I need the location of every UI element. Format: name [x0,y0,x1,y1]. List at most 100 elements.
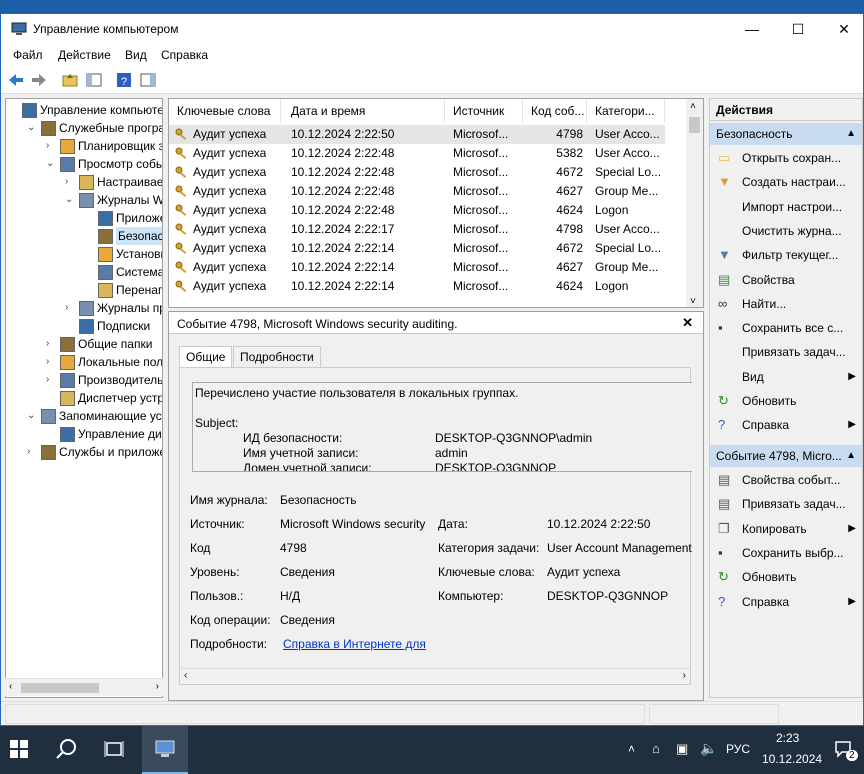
tree-item[interactable]: Система [6,263,162,281]
scroll-left-icon[interactable]: ‹ [9,681,12,692]
tree-item[interactable]: Управление компьютер [6,101,162,119]
action-item[interactable]: ▼ Создать настраи... [710,171,862,193]
tab-general[interactable]: Общие [179,346,233,369]
tree-item[interactable]: › Планировщик за [6,137,162,155]
tree-item[interactable]: Перенапр [6,281,162,299]
scroll-down-icon[interactable]: ˅ [690,296,696,307]
expand-arrow-icon[interactable]: › [65,299,75,317]
action-item[interactable]: ↻ Обновить [710,390,862,412]
scroll-thumb[interactable] [689,117,700,133]
col-datetime[interactable]: Дата и время [283,99,445,123]
action-item[interactable]: ▤ Привязать задач... [710,493,862,515]
windows-start-icon[interactable] [10,740,28,758]
tree-item[interactable]: › Производитель [6,371,162,389]
show-hidden-icons-icon[interactable]: ˄ [628,742,635,756]
scroll-left-icon[interactable]: ‹ [184,670,187,681]
action-item[interactable]: ? Справка ▶ [710,414,862,436]
action-item[interactable]: ▤ Свойства событ... [710,469,862,491]
action-item[interactable]: Вид ▶ [710,366,862,388]
expand-arrow-icon[interactable]: › [46,353,56,371]
tree-item[interactable]: ⌄ Служебные програм [6,119,162,137]
event-row[interactable]: Аудит успеха 10.12.2024 2:22:17 Microsof..… [169,220,665,239]
col-source[interactable]: Источник [445,99,523,123]
collapse-icon[interactable]: ▲ [846,445,856,467]
clock-time[interactable]: 2:23 [776,731,799,745]
action-item[interactable]: ▤ Свойства [710,269,862,291]
expand-arrow-icon[interactable]: › [65,173,75,191]
event-row[interactable]: Аудит успеха 10.12.2024 2:22:48 Microsof..… [169,144,665,163]
collapse-arrow-icon[interactable]: ⌄ [65,191,75,209]
scroll-right-icon[interactable]: › [683,670,686,681]
task-view-icon[interactable] [104,740,124,758]
language-indicator[interactable]: РУС [726,742,750,756]
event-row[interactable]: Аудит успеха 10.12.2024 2:22:14 Microsof..… [169,239,665,258]
list-vertical-scrollbar[interactable]: ˄ ˅ [686,99,703,307]
action-item[interactable]: Привязать задач... [710,341,862,363]
event-row[interactable]: Аудит успеха 10.12.2024 2:22:14 Microsof..… [169,277,665,296]
actions-section-event[interactable]: Событие 4798, Micro... ▲ [710,445,862,467]
event-row[interactable]: Аудит успеха 10.12.2024 2:22:48 Microsof..… [169,182,665,201]
forward-arrow-icon[interactable] [30,71,48,89]
expand-arrow-icon[interactable]: › [27,443,37,461]
action-item[interactable]: ▪ Сохранить выбр... [710,542,862,564]
tree-item[interactable]: › Локальные поль [6,353,162,371]
col-category[interactable]: Категори... [587,99,665,123]
event-row[interactable]: Аудит успеха 10.12.2024 2:22:50 Microsof..… [169,125,665,144]
tree-item[interactable]: Управление диск [6,425,162,443]
tree-item[interactable]: ⌄ Журналы Wi [6,191,162,209]
close-button[interactable]: ✕ [821,14,864,44]
event-row[interactable]: Аудит успеха 10.12.2024 2:22:48 Microsof..… [169,201,665,220]
show-action-pane-icon[interactable] [139,71,157,89]
tree-item[interactable]: ⌄ Просмотр событ [6,155,162,173]
action-item[interactable]: ? Справка ▶ [710,591,862,613]
search-icon[interactable] [56,738,78,760]
expand-arrow-icon[interactable]: › [46,335,56,353]
close-icon[interactable]: ✕ [682,315,693,331]
scroll-right-icon[interactable]: › [156,681,159,692]
tree-item[interactable]: Приложен [6,209,162,227]
action-item[interactable]: ▼ Фильтр текущег... [710,244,862,266]
detail-horizontal-scrollbar[interactable]: ‹ › [180,668,690,684]
collapse-icon[interactable]: ▲ [846,123,856,145]
tree-item[interactable]: ⌄ Запоминающие устр [6,407,162,425]
tree-item[interactable]: › Службы и приложен [6,443,162,461]
action-item[interactable]: ▪ Сохранить все с... [710,317,862,339]
tree-item[interactable]: Диспетчер устро [6,389,162,407]
tree-horizontal-scrollbar[interactable]: ‹ › [5,678,163,696]
expand-arrow-icon[interactable]: › [46,137,56,155]
action-item[interactable]: ∞ Найти... [710,293,862,315]
tree-item[interactable]: › Журналы при [6,299,162,317]
action-item[interactable]: Импорт настрои... [710,196,862,218]
event-row[interactable]: Аудит успеха 10.12.2024 2:22:14 Microsof..… [169,258,665,277]
tree-item[interactable]: › Общие папки [6,335,162,353]
menu-action[interactable]: Действие [58,48,111,62]
tab-details[interactable]: Подробности [233,346,321,368]
back-arrow-icon[interactable] [7,71,25,89]
tree-item[interactable]: Установка [6,245,162,263]
maximize-button[interactable]: ☐ [775,14,821,44]
tree-item[interactable]: Безопасно [6,227,162,245]
network-icon[interactable]: ⌂ [652,741,660,756]
menu-view[interactable]: Вид [125,48,147,62]
action-item[interactable]: Очистить журна... [710,220,862,242]
collapse-arrow-icon[interactable]: ⌄ [27,119,37,137]
event-row[interactable]: Аудит успеха 10.12.2024 2:22:48 Microsof..… [169,163,665,182]
show-hide-tree-icon[interactable] [85,71,103,89]
taskbar-app-computer-management[interactable] [142,726,188,774]
action-item[interactable]: ↻ Обновить [710,566,862,588]
help-icon[interactable]: ? [115,71,133,89]
col-keywords[interactable]: Ключевые слова [169,99,281,123]
action-item[interactable]: ▭ Открыть сохран... [710,147,862,169]
actions-section-security[interactable]: Безопасность ▲ [710,123,862,145]
col-event-id[interactable]: Код соб... [523,99,587,123]
scroll-up-icon[interactable]: ˄ [690,101,696,112]
online-help-link[interactable]: Справка в Интернете для [283,637,426,651]
tree-item[interactable]: Подписки [6,317,162,335]
menu-help[interactable]: Справка [161,48,208,62]
scroll-thumb[interactable] [21,683,99,693]
tree-item[interactable]: › Настраивае [6,173,162,191]
menu-file[interactable]: Файл [13,48,43,62]
language-tool-icon[interactable]: ▣ [676,741,688,757]
volume-icon[interactable]: 🔈 [700,740,717,757]
collapse-arrow-icon[interactable]: ⌄ [46,155,56,173]
